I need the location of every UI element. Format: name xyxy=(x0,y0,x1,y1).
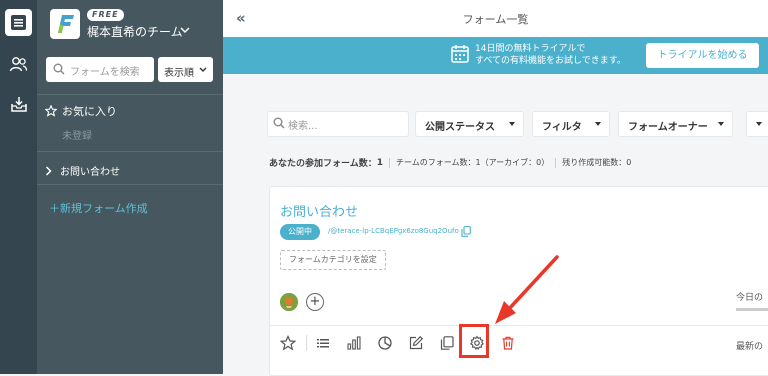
annotation-arrow-icon xyxy=(495,255,559,324)
